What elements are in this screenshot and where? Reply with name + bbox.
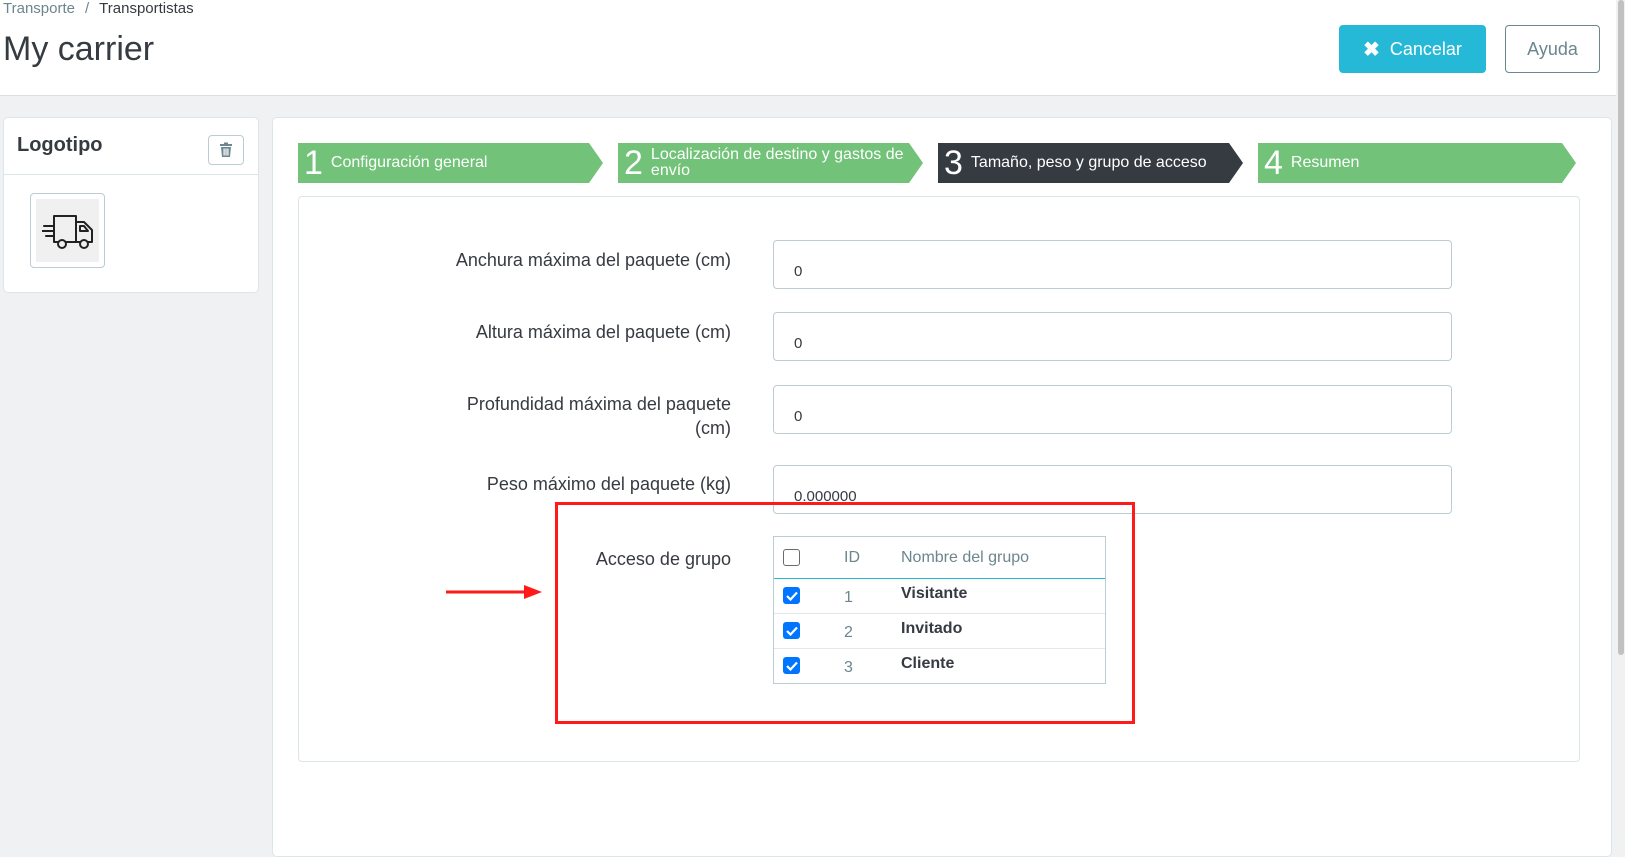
max-height-input[interactable]: [773, 312, 1452, 361]
select-all-checkbox[interactable]: [783, 549, 800, 566]
page-title: My carrier: [3, 30, 155, 68]
delivery-truck-icon: [41, 214, 93, 249]
delete-logo-button[interactable]: [208, 135, 244, 165]
step-size-weight-access[interactable]: 3 Tamaño, peso y grupo de acceso: [938, 143, 1243, 183]
close-icon: ✖: [1363, 38, 1380, 61]
step-label: Resumen: [1290, 154, 1360, 171]
max-depth-input[interactable]: [773, 385, 1452, 434]
wizard-steps: 1 Configuración general 2 Localización d…: [298, 143, 1598, 183]
max-weight-label: Peso máximo del paquete (kg): [486, 474, 731, 494]
group-checkbox[interactable]: [783, 587, 800, 604]
group-id: 3: [844, 659, 853, 676]
breadcrumb-current[interactable]: Transportistas: [99, 0, 193, 17]
max-weight-input[interactable]: [773, 465, 1452, 514]
step-label: Localización de destino y gastos de enví…: [650, 146, 904, 179]
step-label: Tamaño, peso y grupo de acceso: [970, 154, 1207, 171]
group-checkbox[interactable]: [783, 657, 800, 674]
max-depth-label: Profundidad máxima del paquete (cm): [466, 394, 731, 438]
max-width-label: Anchura máxima del paquete (cm): [455, 250, 731, 270]
group-access-label: Acceso de grupo: [595, 549, 731, 569]
check-icon: [785, 591, 798, 601]
scrollbar-thumb[interactable]: [1618, 0, 1624, 655]
carrier-wizard-panel: 1 Configuración general 2 Localización d…: [272, 117, 1612, 857]
step-general-settings[interactable]: 1 Configuración general: [298, 143, 603, 183]
step-shipping-locations[interactable]: 2 Localización de destino y gastos de en…: [618, 143, 923, 183]
step-label: Configuración general: [330, 154, 488, 171]
step-number: 3: [944, 144, 963, 182]
max-height-label: Altura máxima del paquete (cm): [475, 322, 731, 342]
cancel-button[interactable]: ✖ Cancelar: [1339, 25, 1486, 73]
trash-icon: [220, 142, 232, 157]
column-header-id: ID: [844, 549, 860, 566]
group-name: Invitado: [901, 620, 963, 637]
check-icon: [785, 626, 798, 636]
step-summary[interactable]: 4 Resumen: [1258, 143, 1576, 183]
breadcrumb-separator: /: [84, 0, 90, 17]
group-name: Visitante: [901, 585, 968, 602]
group-id: 1: [844, 589, 853, 606]
group-access-table: ID Nombre del grupo 1 Visitante 2 Invita…: [773, 536, 1106, 684]
table-header: ID Nombre del grupo: [774, 537, 1105, 579]
column-header-name: Nombre del grupo: [901, 549, 1030, 566]
table-row: 1 Visitante: [774, 579, 1105, 614]
logo-panel-header: Logotipo: [4, 118, 258, 175]
check-icon: [785, 661, 798, 671]
group-id: 2: [844, 624, 853, 641]
max-width-input[interactable]: [773, 240, 1452, 289]
step-number: 1: [304, 144, 323, 182]
group-checkbox[interactable]: [783, 622, 800, 639]
table-row: 2 Invitado: [774, 614, 1105, 649]
annotation-arrow-icon: [446, 585, 542, 599]
page-header: Transporte / Transportistas My carrier ✖ C…: [0, 0, 1625, 96]
step-number: 4: [1264, 144, 1283, 182]
help-button[interactable]: Ayuda: [1505, 25, 1600, 73]
group-name: Cliente: [901, 655, 955, 672]
step-number: 2: [624, 144, 643, 182]
table-row: 3 Cliente: [774, 649, 1105, 684]
breadcrumb: Transporte / Transportistas: [3, 0, 194, 17]
breadcrumb-parent[interactable]: Transporte: [3, 0, 75, 17]
logo-panel-title: Logotipo: [17, 134, 103, 156]
size-weight-form: Anchura máxima del paquete (cm) Altura m…: [298, 196, 1580, 762]
cancel-button-label: Cancelar: [1389, 38, 1462, 59]
logo-panel: Logotipo: [3, 117, 259, 293]
carrier-logo: [30, 193, 105, 268]
